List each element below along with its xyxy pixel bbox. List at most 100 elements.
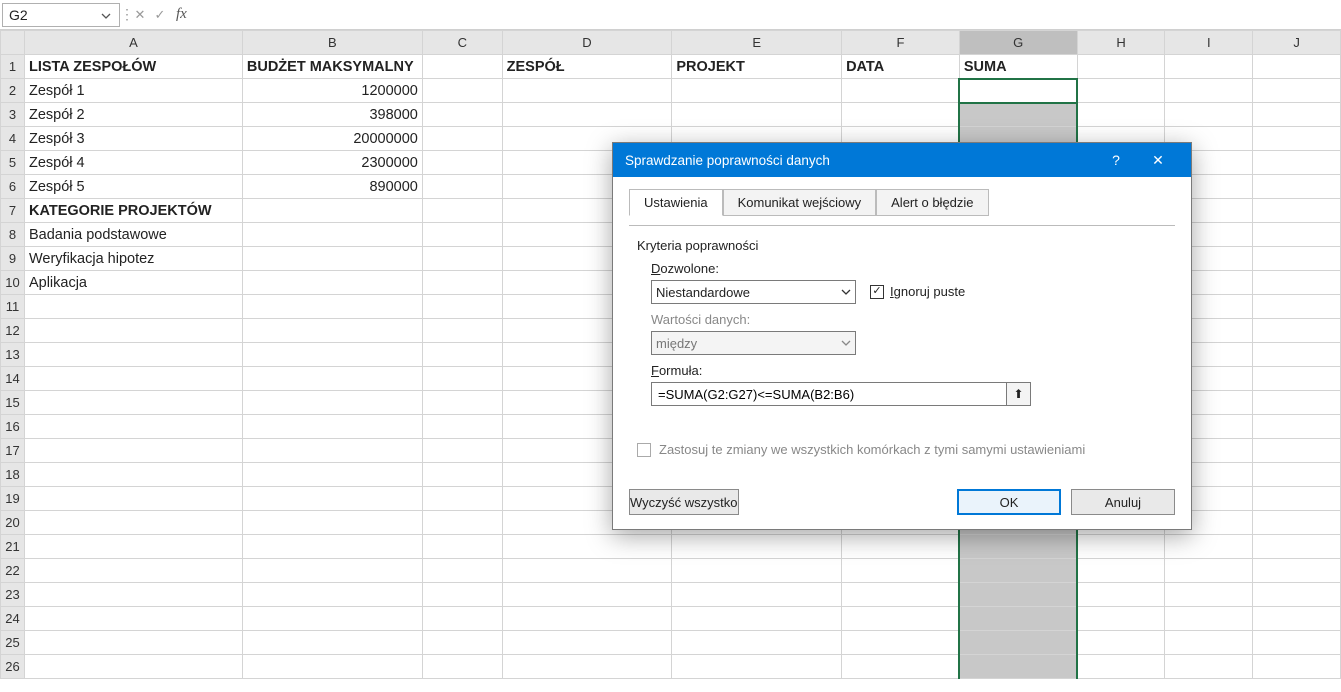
fx-icon[interactable]: fx bbox=[170, 6, 193, 23]
cell[interactable] bbox=[1165, 79, 1253, 103]
cell[interactable] bbox=[1077, 79, 1165, 103]
cell[interactable] bbox=[422, 439, 502, 463]
cell[interactable] bbox=[242, 223, 422, 247]
cell[interactable] bbox=[242, 511, 422, 535]
row-header[interactable]: 25 bbox=[1, 631, 25, 655]
cell[interactable] bbox=[24, 487, 242, 511]
cell[interactable] bbox=[1253, 55, 1341, 79]
row-header[interactable]: 23 bbox=[1, 583, 25, 607]
cell[interactable] bbox=[502, 79, 672, 103]
name-box[interactable]: G2 bbox=[2, 3, 120, 27]
cell[interactable] bbox=[242, 655, 422, 679]
cell[interactable] bbox=[1253, 607, 1341, 631]
cell[interactable] bbox=[1253, 655, 1341, 679]
cell[interactable] bbox=[24, 511, 242, 535]
clear-all-button[interactable]: Wyczyść wszystko bbox=[629, 489, 739, 515]
row-header[interactable]: 15 bbox=[1, 391, 25, 415]
cell[interactable] bbox=[24, 439, 242, 463]
cell[interactable] bbox=[1077, 103, 1165, 127]
cell[interactable] bbox=[242, 319, 422, 343]
cell[interactable]: LISTA ZESPOŁÓW bbox=[24, 55, 242, 79]
cell[interactable] bbox=[959, 583, 1077, 607]
row-header[interactable]: 26 bbox=[1, 655, 25, 679]
dialog-titlebar[interactable]: Sprawdzanie poprawności danych ? ✕ bbox=[613, 143, 1191, 177]
cell[interactable] bbox=[422, 391, 502, 415]
cell[interactable] bbox=[422, 463, 502, 487]
cell[interactable] bbox=[502, 103, 672, 127]
cell[interactable] bbox=[1077, 655, 1165, 679]
cell[interactable] bbox=[242, 439, 422, 463]
cell[interactable] bbox=[959, 607, 1077, 631]
cell[interactable] bbox=[242, 343, 422, 367]
cell[interactable] bbox=[24, 535, 242, 559]
cell[interactable] bbox=[1165, 535, 1253, 559]
cell[interactable]: Badania podstawowe bbox=[24, 223, 242, 247]
cell[interactable] bbox=[1253, 391, 1341, 415]
cell[interactable]: 1200000 bbox=[242, 79, 422, 103]
cell[interactable] bbox=[242, 559, 422, 583]
cell[interactable] bbox=[24, 655, 242, 679]
row-header[interactable]: 14 bbox=[1, 367, 25, 391]
row-header[interactable]: 12 bbox=[1, 319, 25, 343]
cancel-button[interactable]: Anuluj bbox=[1071, 489, 1175, 515]
cell[interactable] bbox=[1253, 463, 1341, 487]
cell[interactable] bbox=[1253, 511, 1341, 535]
cell[interactable] bbox=[24, 631, 242, 655]
cell[interactable] bbox=[672, 583, 842, 607]
row-header[interactable]: 2 bbox=[1, 79, 25, 103]
cell[interactable] bbox=[242, 295, 422, 319]
cell[interactable] bbox=[842, 535, 960, 559]
cell[interactable]: 2300000 bbox=[242, 151, 422, 175]
cell[interactable] bbox=[24, 367, 242, 391]
cell[interactable] bbox=[1253, 151, 1341, 175]
cell[interactable] bbox=[24, 391, 242, 415]
cell[interactable] bbox=[842, 655, 960, 679]
cell[interactable] bbox=[24, 583, 242, 607]
cell[interactable]: Aplikacja bbox=[24, 271, 242, 295]
cell[interactable] bbox=[242, 535, 422, 559]
cell[interactable] bbox=[422, 247, 502, 271]
cell[interactable] bbox=[672, 559, 842, 583]
row-header[interactable]: 10 bbox=[1, 271, 25, 295]
cell[interactable] bbox=[1253, 415, 1341, 439]
cell[interactable] bbox=[242, 463, 422, 487]
cell[interactable]: PROJEKT bbox=[672, 55, 842, 79]
row-header[interactable]: 5 bbox=[1, 151, 25, 175]
cell[interactable] bbox=[1253, 103, 1341, 127]
row-header[interactable]: 24 bbox=[1, 607, 25, 631]
cell[interactable] bbox=[1253, 319, 1341, 343]
cell[interactable] bbox=[842, 607, 960, 631]
row-header[interactable]: 19 bbox=[1, 487, 25, 511]
cell[interactable] bbox=[242, 487, 422, 511]
cancel-formula-button[interactable]: ✕ bbox=[130, 7, 150, 23]
chevron-down-icon[interactable] bbox=[101, 8, 115, 22]
row-header[interactable]: 17 bbox=[1, 439, 25, 463]
cell[interactable] bbox=[959, 535, 1077, 559]
cell[interactable] bbox=[959, 655, 1077, 679]
col-header-G[interactable]: G bbox=[959, 31, 1077, 55]
row-header[interactable]: 16 bbox=[1, 415, 25, 439]
cell[interactable] bbox=[1253, 295, 1341, 319]
cell[interactable] bbox=[24, 607, 242, 631]
row-header[interactable]: 11 bbox=[1, 295, 25, 319]
row-header[interactable]: 20 bbox=[1, 511, 25, 535]
cell[interactable] bbox=[1253, 127, 1341, 151]
row-header[interactable]: 18 bbox=[1, 463, 25, 487]
cell[interactable] bbox=[422, 175, 502, 199]
row-header[interactable]: 6 bbox=[1, 175, 25, 199]
cell[interactable]: BUDŻET MAKSYMALNY bbox=[242, 55, 422, 79]
cell[interactable] bbox=[422, 79, 502, 103]
range-picker-button[interactable]: ⬆ bbox=[1007, 382, 1031, 406]
cell[interactable] bbox=[422, 127, 502, 151]
tab-settings[interactable]: Ustawienia bbox=[629, 189, 723, 216]
cell[interactable] bbox=[422, 55, 502, 79]
row-header[interactable]: 13 bbox=[1, 343, 25, 367]
cell[interactable] bbox=[1077, 583, 1165, 607]
cell[interactable] bbox=[502, 559, 672, 583]
cell[interactable] bbox=[1253, 631, 1341, 655]
cell[interactable] bbox=[1253, 343, 1341, 367]
row-header[interactable]: 3 bbox=[1, 103, 25, 127]
cell[interactable]: 398000 bbox=[242, 103, 422, 127]
cell[interactable] bbox=[422, 631, 502, 655]
close-button[interactable]: ✕ bbox=[1137, 143, 1179, 177]
